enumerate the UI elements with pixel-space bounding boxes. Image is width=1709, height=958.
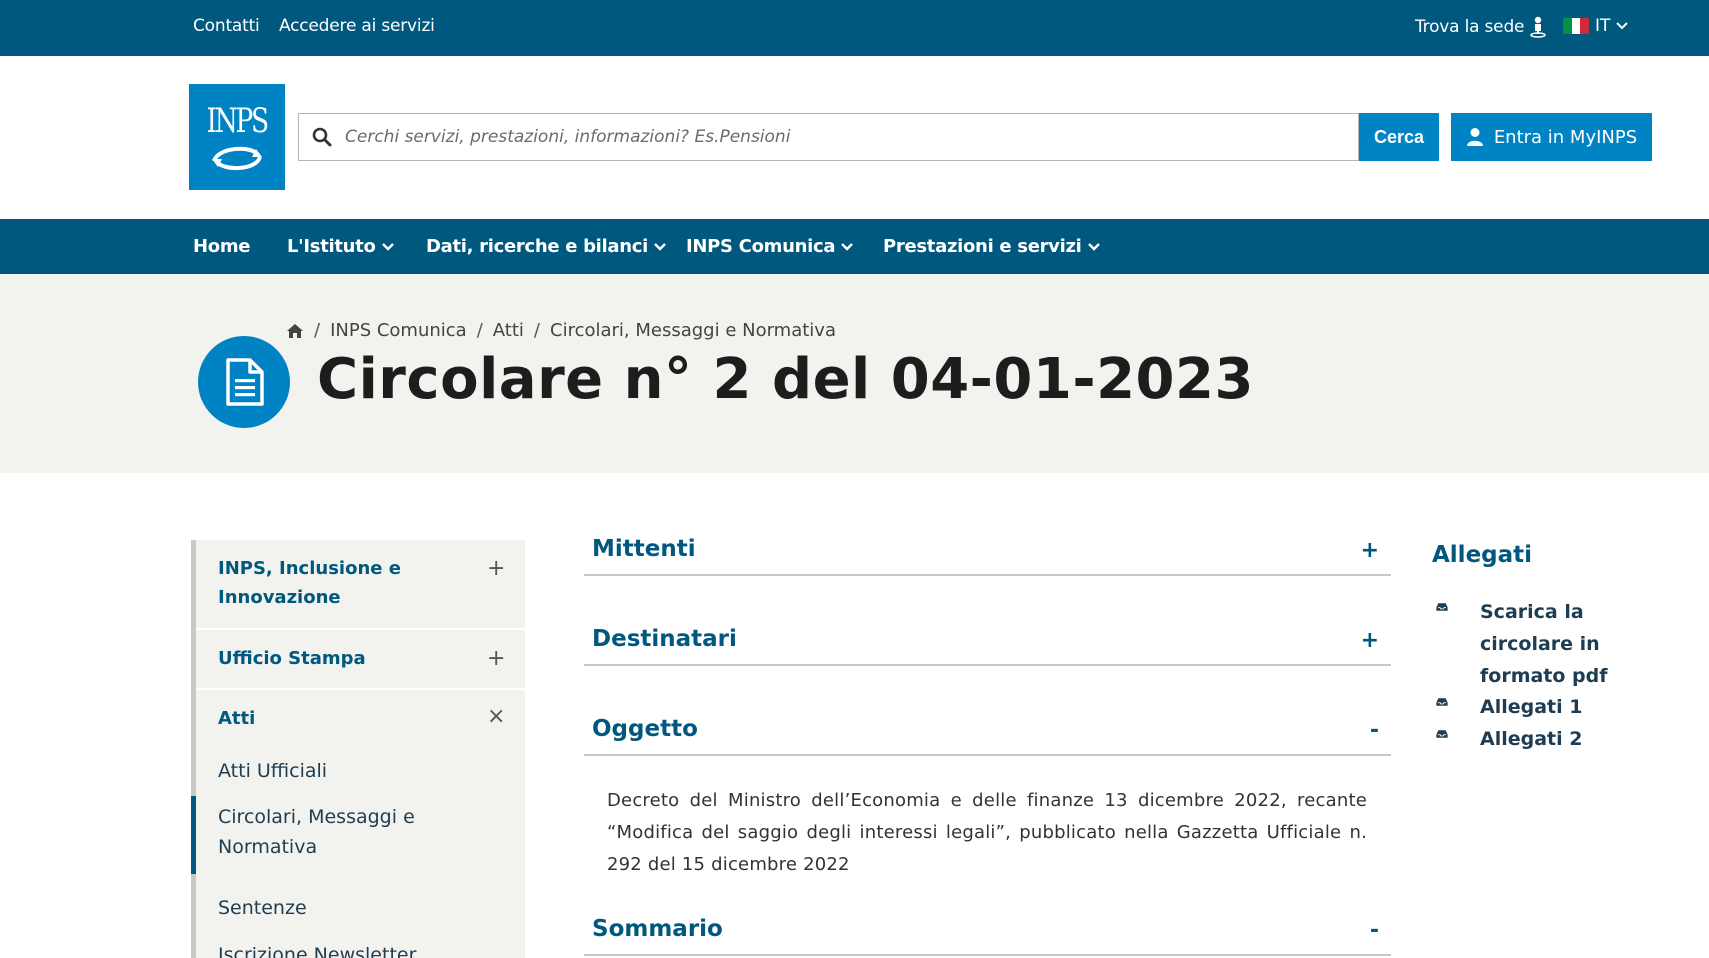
sidebar: INPS, Inclusione e Innovazione + Ufficio…: [191, 540, 525, 958]
breadcrumb-separator: /: [533, 320, 540, 341]
inbox-icon: [1436, 730, 1448, 738]
attachment-pdf-link[interactable]: Scarica la circolare in formato pdf: [1432, 596, 1608, 692]
attachment-label: Allegati 1: [1480, 696, 1583, 718]
user-icon: [1466, 128, 1483, 146]
sidebar-item-atti[interactable]: Atti: [218, 704, 255, 733]
language-label: IT: [1595, 16, 1611, 36]
services-access-link[interactable]: Accedere ai servizi: [279, 16, 435, 36]
nav-item-home[interactable]: Home: [193, 236, 251, 257]
attachment-allegati-1[interactable]: Allegati 1: [1432, 691, 1608, 723]
document-icon: [198, 336, 290, 428]
search-icon: [299, 114, 345, 160]
attachments-title: Allegati: [1432, 542, 1533, 568]
sidebar-accent: [191, 540, 196, 958]
breadcrumb-current: Circolari, Messaggi e Normativa: [550, 320, 836, 341]
sidebar-item-inclusione-innovazione[interactable]: INPS, Inclusione e Innovazione: [218, 554, 458, 612]
chevron-down-icon: [1616, 22, 1629, 30]
inbox-icon: [1436, 603, 1448, 611]
chevron-down-icon: [841, 242, 854, 251]
attachment-label: Allegati 2: [1480, 728, 1583, 750]
oggetto-text: Decreto del Ministro dell’Economia e del…: [607, 790, 1367, 875]
search-input[interactable]: [345, 115, 1358, 159]
accordion-title: Mittenti: [592, 536, 696, 562]
nav-item-label: INPS Comunica: [686, 236, 836, 257]
main-navigation: Home L'Istituto Dati, ricerche e bilanci…: [0, 219, 1709, 274]
map-pin-person-icon: [1530, 16, 1547, 38]
sidebar-subitem-sentenze[interactable]: Sentenze: [218, 893, 307, 923]
attachment-label: Scarica la circolare in formato pdf: [1480, 601, 1608, 687]
nav-item-label: L'Istituto: [287, 236, 376, 257]
logo-swoosh-icon: [212, 146, 262, 170]
page-title: Circolare n° 2 del 04-01-2023: [317, 347, 1254, 412]
nav-item-dati-ricerche-bilanci[interactable]: Dati, ricerche e bilanci: [426, 236, 666, 257]
chevron-down-icon: [654, 242, 666, 251]
sidebar-active-indicator: [191, 796, 196, 874]
login-label: Entra in MyINPS: [1493, 126, 1638, 148]
accordion-title: Sommario: [592, 916, 723, 942]
expand-icon[interactable]: +: [487, 556, 505, 581]
breadcrumb-separator: /: [314, 320, 321, 341]
language-selector[interactable]: IT: [1563, 16, 1629, 36]
find-office-link[interactable]: Trova la sede: [1415, 16, 1547, 38]
sidebar-subitem-iscrizione-newsletter[interactable]: Iscrizione Newsletter: [218, 940, 416, 958]
accordion-mittenti[interactable]: Mittenti +: [584, 534, 1391, 576]
collapse-icon: -: [1369, 718, 1379, 743]
expand-icon: +: [1360, 628, 1379, 653]
breadcrumb-inps-comunica[interactable]: INPS Comunica: [330, 320, 467, 341]
top-utility-bar: Contatti Accedere ai servizi Trova la se…: [0, 0, 1709, 56]
nav-item-label: Prestazioni e servizi: [883, 236, 1082, 257]
nav-item-prestazioni-servizi[interactable]: Prestazioni e servizi: [883, 236, 1100, 257]
sidebar-subitem-atti-ufficiali[interactable]: Atti Ufficiali: [218, 756, 327, 786]
accordion-oggetto[interactable]: Oggetto -: [584, 714, 1391, 756]
collapse-icon[interactable]: ×: [487, 704, 505, 729]
chevron-down-icon: [1087, 242, 1100, 251]
sidebar-divider: [196, 688, 525, 690]
contacts-link[interactable]: Contatti: [193, 16, 260, 36]
nav-item-label: Home: [193, 236, 251, 257]
chevron-down-icon: [381, 242, 394, 251]
accordion-destinatari[interactable]: Destinatari +: [584, 624, 1391, 666]
accordion-title: Oggetto: [592, 716, 698, 742]
accordion-title: Destinatari: [592, 626, 737, 652]
sidebar-subitem-circolari-messaggi-normativa[interactable]: Circolari, Messaggi e Normativa: [218, 802, 438, 862]
home-icon[interactable]: [286, 323, 304, 339]
breadcrumb-separator: /: [476, 320, 483, 341]
sidebar-divider: [196, 628, 525, 630]
breadcrumb-atti[interactable]: Atti: [493, 320, 524, 341]
inps-logo[interactable]: INPS: [189, 84, 285, 190]
attachment-allegati-2[interactable]: Allegati 2: [1432, 723, 1608, 755]
expand-icon[interactable]: +: [487, 646, 505, 671]
italy-flag-icon: [1563, 18, 1590, 34]
breadcrumb: / INPS Comunica / Atti / Circolari, Mess…: [286, 320, 836, 341]
inbox-icon: [1436, 698, 1448, 706]
myinps-login-button[interactable]: Entra in MyINPS: [1451, 113, 1652, 161]
find-office-label: Trova la sede: [1415, 17, 1525, 37]
sidebar-item-ufficio-stampa[interactable]: Ufficio Stampa: [218, 644, 366, 673]
search-bar: [298, 113, 1359, 161]
expand-icon: +: [1360, 538, 1379, 563]
accordion-sommario[interactable]: Sommario -: [584, 914, 1391, 956]
nav-item-inps-comunica[interactable]: INPS Comunica: [686, 236, 854, 257]
search-button[interactable]: Cerca: [1359, 113, 1439, 161]
nav-item-istituto[interactable]: L'Istituto: [287, 236, 394, 257]
logo-text: INPS: [206, 101, 270, 141]
collapse-icon: -: [1369, 918, 1379, 943]
nav-item-label: Dati, ricerche e bilanci: [426, 236, 649, 257]
